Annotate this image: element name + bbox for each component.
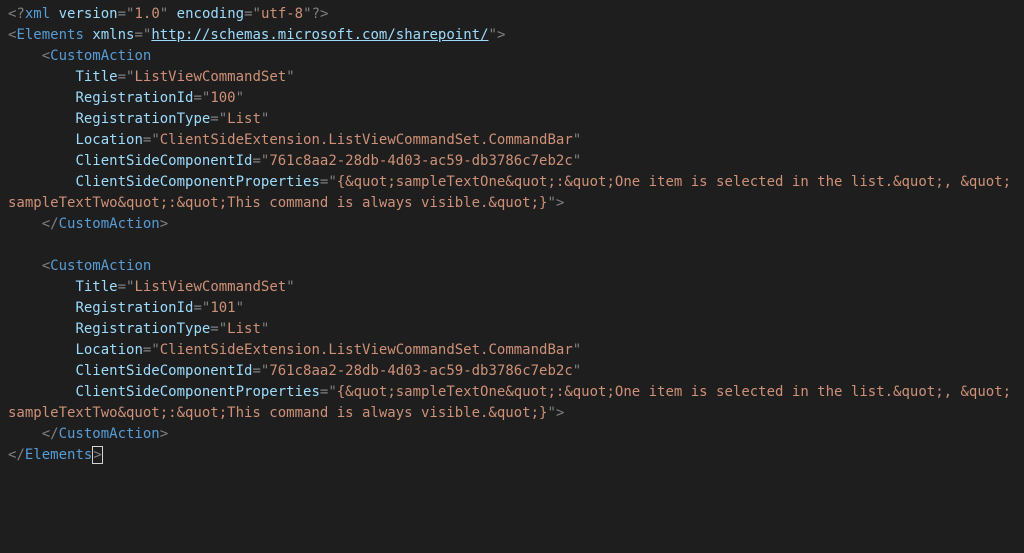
- code-editor[interactable]: <?xml version="1.0" encoding="utf-8"?> <…: [0, 0, 1024, 470]
